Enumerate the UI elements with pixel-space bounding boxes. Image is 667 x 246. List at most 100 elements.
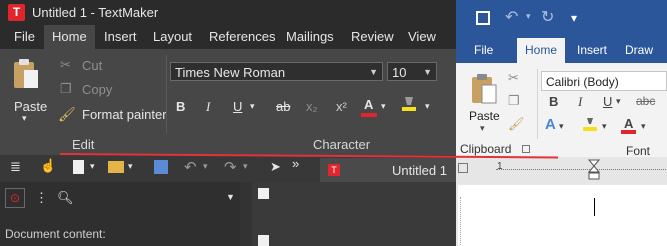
ruler-ticks (496, 169, 666, 171)
bold-button[interactable]: B (549, 94, 558, 109)
font-name-select[interactable]: Calibri (Body) (541, 71, 667, 91)
indent-marker-icon[interactable] (587, 159, 601, 181)
left-margin-guide (460, 197, 463, 245)
redo-icon[interactable]: ↻ (541, 7, 554, 27)
redo-icon[interactable]: ↷ (224, 158, 237, 176)
undo-icon[interactable]: ↶ (505, 7, 518, 27)
new-document-icon[interactable] (73, 160, 84, 174)
tab-stop-icon[interactable] (258, 188, 269, 199)
tab-file[interactable]: File (466, 38, 501, 63)
textmaker-ruler-area (252, 182, 456, 246)
menu-lines-icon[interactable]: ≣ (10, 159, 21, 175)
save-icon[interactable] (476, 11, 490, 25)
tab-view[interactable]: View (400, 25, 444, 49)
highlight-icon[interactable] (582, 117, 598, 131)
document-tab-icon: T (328, 164, 340, 176)
clipboard-group-label: Clipboard (460, 142, 512, 156)
text-effects-dropdown-icon[interactable]: ▾ (559, 121, 564, 132)
search-icon[interactable]: 🔍︎ (57, 190, 74, 206)
highlight-icon[interactable] (400, 95, 418, 111)
undo-icon[interactable]: ↶ (184, 158, 197, 176)
copy-button[interactable]: Copy (82, 82, 112, 97)
tab-file[interactable]: File (6, 25, 43, 49)
new-dropdown-icon[interactable]: ▾ (90, 161, 95, 172)
paste-dropdown-icon[interactable]: ▾ (22, 113, 27, 124)
font-color-swatch (621, 130, 636, 134)
group-divider (537, 69, 538, 139)
paste-dropdown-icon[interactable]: ▾ (480, 123, 485, 134)
tab-review[interactable]: Review (343, 25, 402, 49)
font-color-dropdown-icon[interactable]: ▾ (641, 121, 646, 132)
selection-arrow-icon[interactable]: ➤ (270, 159, 281, 175)
bold-button[interactable]: B (176, 99, 185, 114)
highlight-dropdown-icon[interactable]: ▾ (425, 101, 430, 112)
tab-selector-icon[interactable] (458, 163, 468, 173)
textmaker-ribbon-tabs: File Home Insert Layout References Maili… (0, 25, 456, 49)
font-color-button[interactable]: A (624, 116, 633, 131)
underline-dropdown-icon[interactable]: ▾ (616, 96, 621, 107)
subscript-button[interactable]: x₂ (306, 99, 318, 114)
undo-dropdown-icon[interactable]: ▾ (526, 11, 531, 22)
tab-insert[interactable]: Insert (569, 38, 615, 63)
nav-dropdown-icon[interactable]: ▼ (226, 192, 235, 202)
font-size-select[interactable]: 10 ▼ (387, 62, 437, 81)
italic-button[interactable]: I (578, 94, 582, 110)
paste-icon[interactable] (470, 72, 498, 106)
tab-references[interactable]: References (201, 25, 283, 49)
font-color-swatch (361, 113, 377, 117)
strikethrough-icon[interactable]: abc (636, 94, 655, 108)
dialog-launcher-icon[interactable] (522, 145, 530, 153)
text-cursor (594, 198, 595, 216)
font-name-select[interactable]: Times New Roman ▼ (170, 62, 383, 81)
word-ribbon-tabs: File Home Insert Draw (456, 38, 667, 63)
format-painter-button[interactable]: Format painter (82, 107, 167, 122)
window-title: Untitled 1 - TextMaker (32, 5, 159, 20)
tab-home[interactable]: Home (44, 25, 95, 49)
text-effects-button[interactable]: A (545, 116, 556, 133)
highlight-dropdown-icon[interactable]: ▾ (602, 121, 607, 132)
panel-toggle-icon[interactable]: ⋮ (35, 190, 48, 206)
navigation-panel: ⊙ ⋮ 🔍︎ ▼ Document content: (0, 182, 240, 246)
cut-button[interactable]: Cut (82, 58, 102, 73)
underline-button[interactable]: U (233, 99, 242, 114)
open-folder-icon[interactable] (108, 161, 124, 173)
copy-icon[interactable]: ❐ (508, 93, 520, 109)
document-tab[interactable]: T Untitled 1 (320, 158, 456, 182)
superscript-button[interactable]: x² (336, 99, 347, 114)
paste-button[interactable]: Paste (14, 99, 47, 114)
underline-button[interactable]: U (603, 94, 612, 109)
tab-insert[interactable]: Insert (96, 25, 145, 49)
open-dropdown-icon[interactable]: ▾ (128, 161, 133, 172)
font-name-value: Times New Roman (175, 65, 286, 80)
overflow-chevron-icon[interactable]: » (292, 156, 299, 171)
paste-button[interactable]: Paste (469, 109, 500, 123)
format-painter-icon[interactable]: 🖌 (508, 116, 525, 132)
italic-button[interactable]: I (206, 99, 210, 115)
tab-layout[interactable]: Layout (145, 25, 200, 49)
word-ruler: 1 (456, 157, 667, 183)
save-icon[interactable] (154, 160, 168, 174)
textmaker-ribbon: Paste ▾ ✂ Cut ❐ Copy 🖌 Format painter Ed… (0, 49, 456, 155)
textmaker-app-icon[interactable]: T (8, 4, 25, 21)
cut-icon[interactable]: ✂ (508, 70, 519, 86)
word-page[interactable] (458, 185, 667, 246)
customize-toolbar-icon[interactable]: ▾ (571, 11, 577, 25)
undo-dropdown-icon[interactable]: ▾ (203, 161, 208, 172)
word-titlebar: ↶ ▾ ↻ ▾ (456, 0, 667, 38)
font-color-button[interactable]: A (364, 97, 373, 112)
tab-mailings[interactable]: Mailings (278, 25, 342, 49)
redo-dropdown-icon[interactable]: ▾ (243, 161, 248, 172)
tab-draw[interactable]: Draw (617, 38, 661, 63)
chevron-down-icon[interactable]: ▼ (423, 63, 432, 82)
font-size-value: 10 (392, 65, 407, 80)
hand-pointer-icon[interactable]: ☝ (40, 158, 56, 174)
compass-icon[interactable]: ⊙ (5, 188, 25, 208)
strikethrough-button[interactable]: ab (276, 99, 290, 114)
chevron-down-icon[interactable]: ▼ (369, 63, 378, 82)
underline-dropdown-icon[interactable]: ▾ (250, 101, 255, 112)
textmaker-titlebar: T Untitled 1 - TextMaker (0, 0, 456, 25)
tab-home[interactable]: Home (517, 38, 566, 63)
document-content-label: Document content: (5, 227, 106, 241)
font-color-dropdown-icon[interactable]: ▾ (381, 101, 386, 112)
paste-icon[interactable] (11, 56, 41, 92)
